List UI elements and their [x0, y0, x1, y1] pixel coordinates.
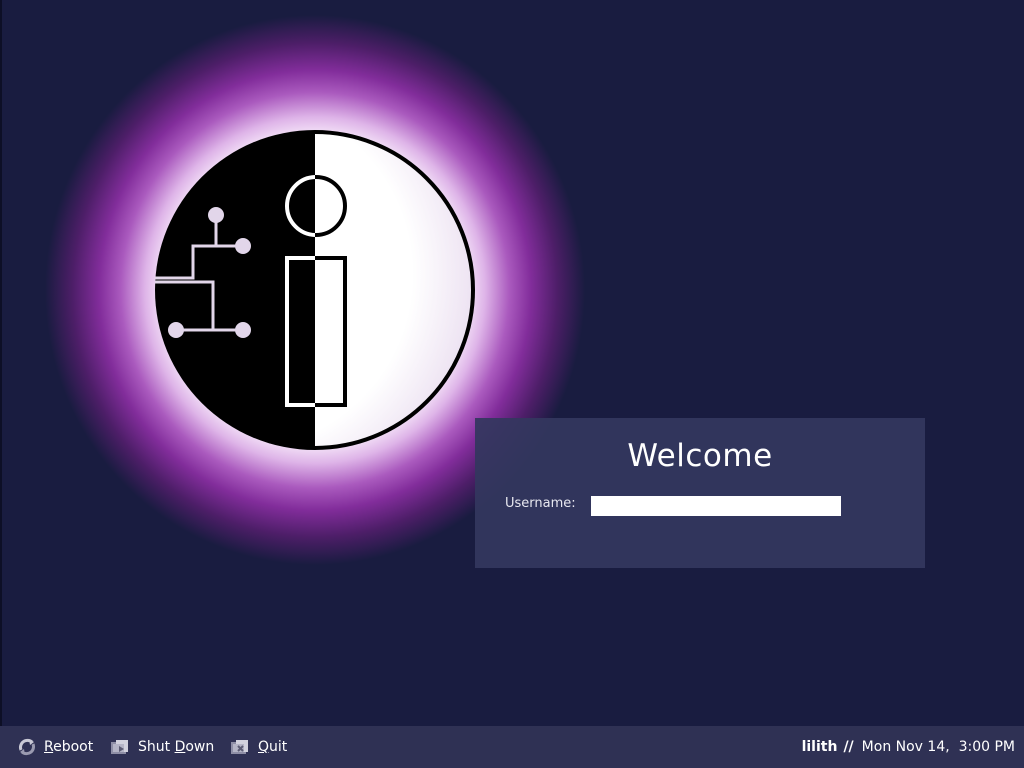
hostname: lilith — [801, 739, 838, 755]
clock: Mon Nov 14, 3:00 PM — [861, 739, 1015, 755]
host-clock: lilith // Mon Nov 14, 3:00 PM — [802, 726, 1015, 768]
quit-button[interactable]: Quit — [230, 726, 287, 768]
username-input[interactable] — [591, 496, 841, 516]
shutdown-label: Shut Down — [138, 739, 215, 755]
reboot-label: Reboot — [44, 739, 94, 755]
reboot-button[interactable]: Reboot — [16, 726, 93, 768]
host-separator: // — [843, 739, 854, 755]
shutdown-icon — [111, 740, 128, 754]
taskbar: Reboot Shut Down Quit lilith // Mon Nov — [0, 726, 1024, 768]
login-screen: Welcome Username: Reboot Shut Down Quit … — [0, 0, 1024, 768]
shutdown-button[interactable]: Shut Down — [110, 726, 214, 768]
welcome-title: Welcome — [627, 438, 773, 474]
login-panel: Welcome Username: — [475, 418, 925, 568]
quit-label: Quit — [258, 739, 288, 755]
username-label: Username: — [505, 496, 576, 511]
quit-icon — [231, 740, 248, 754]
reboot-icon — [19, 738, 35, 756]
